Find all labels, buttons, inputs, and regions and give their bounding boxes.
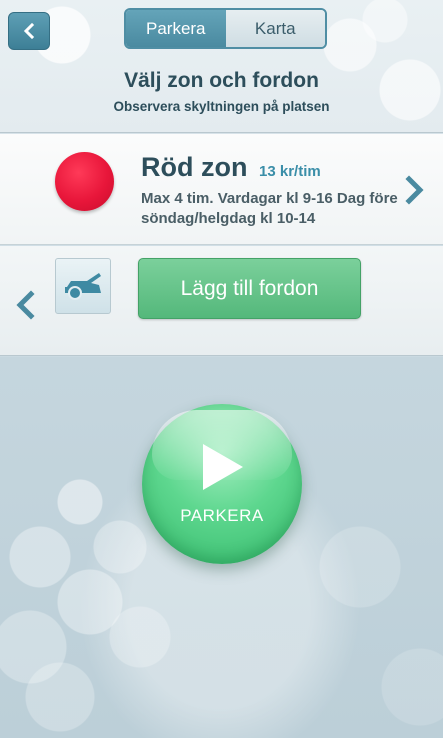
chevron-right-icon[interactable] xyxy=(404,175,426,205)
segmented-control: Parkera Karta xyxy=(124,8,327,49)
tab-karta[interactable]: Karta xyxy=(225,10,325,47)
page-title: Välj zon och fordon xyxy=(124,69,319,92)
zone-row[interactable]: Röd zon 13 kr/tim Max 4 tim. Vardagar kl… xyxy=(0,134,443,245)
park-button[interactable]: PARKERA xyxy=(142,404,302,564)
chevron-left-icon[interactable] xyxy=(14,290,36,320)
back-button[interactable] xyxy=(8,12,50,50)
page-subtitle: Observera skyltningen på platsen xyxy=(113,99,330,114)
chevron-left-icon xyxy=(23,23,35,39)
zone-price: 13 kr/tim xyxy=(259,163,321,180)
tab-parkera[interactable]: Parkera xyxy=(126,10,226,47)
zone-description: Max 4 tim. Vardagar kl 9-16 Dag före sön… xyxy=(141,190,398,227)
zone-color-dot xyxy=(55,152,114,211)
car-icon xyxy=(55,258,111,314)
play-icon xyxy=(203,444,243,490)
add-vehicle-button[interactable]: Lägg till fordon xyxy=(138,258,361,319)
park-button-label: PARKERA xyxy=(180,506,264,525)
header: Parkera Karta Välj zon och fordon Observ… xyxy=(0,0,443,133)
zone-name: Röd zon xyxy=(141,152,248,182)
